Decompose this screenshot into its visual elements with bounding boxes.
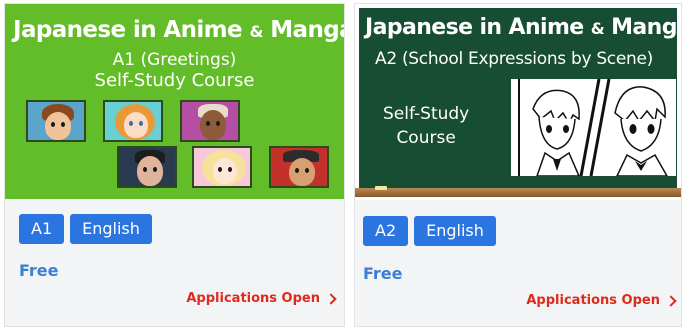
language-tag: English [414,216,496,246]
applications-open-link[interactable]: Applications Open [186,291,337,306]
applications-open-label: Applications Open [186,291,320,306]
course-price: Free [363,264,403,283]
chevron-right-icon [665,294,677,307]
character-portrait-boy [26,100,86,142]
banner-title: Japanese in Anime & Manga [13,17,344,43]
course-price: Free [19,261,59,280]
chalkboard-ledge [355,188,681,197]
applications-open-label: Applications Open [526,293,660,308]
character-portrait-man [180,100,240,142]
level-tag: A2 [363,216,409,246]
course-banner-image[interactable]: Japanese in Anime & Manga A2 (School Exp… [355,4,681,200]
course-tags: A1 English [19,214,152,244]
banner-subtitle-course: Self-Study Course [383,104,470,148]
banner-title: Japanese in Anime & Manga [365,15,681,40]
course-tags: A2 English [363,216,496,246]
course-card-a1[interactable]: Japanese in Anime & Manga A1 (Greetings)… [4,3,345,327]
character-portrait-dark-haired-man [117,146,177,188]
banner-subtitle-course: Self-Study Course [94,70,255,91]
chalk-piece [375,186,387,190]
language-tag: English [70,214,152,244]
banner-subtitle-level: A1 (Greetings) [112,50,237,70]
character-portrait-blonde-woman [192,146,252,188]
character-portrait-officer [269,146,329,188]
manga-characters-illustration [511,79,676,176]
course-card-a2[interactable]: Japanese in Anime & Manga A2 (School Exp… [354,3,682,327]
chevron-right-icon [325,292,337,305]
course-banner-image[interactable]: Japanese in Anime & Manga A1 (Greetings)… [5,4,344,199]
level-tag: A1 [19,214,65,244]
banner-subtitle-level: A2 (School Expressions by Scene) [375,49,653,69]
character-portrait-girl [103,100,163,142]
applications-open-link[interactable]: Applications Open [526,293,677,308]
